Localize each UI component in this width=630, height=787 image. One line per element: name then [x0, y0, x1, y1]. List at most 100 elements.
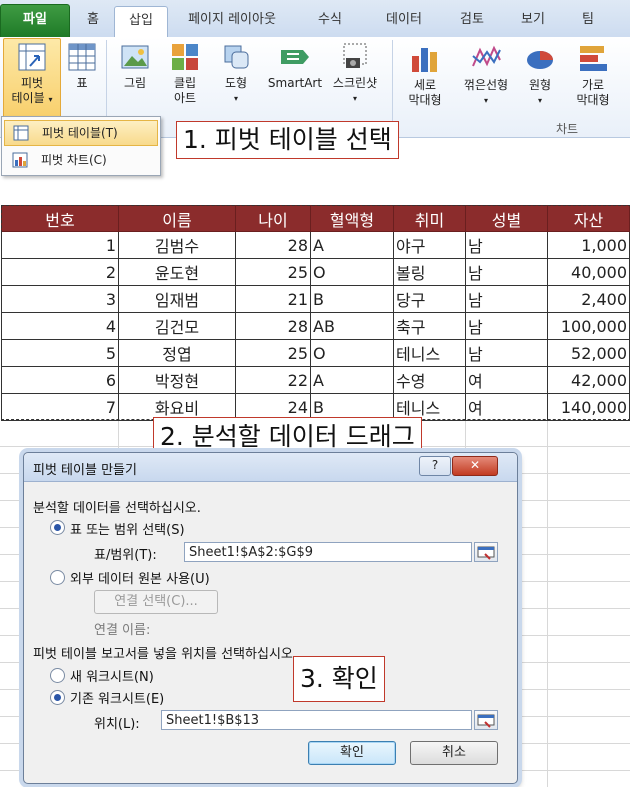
table-cell[interactable]: 22 [235, 366, 311, 394]
bar-chart-label: 가로 막대형 [576, 78, 610, 107]
table-cell[interactable]: 남 [465, 285, 548, 313]
help-button[interactable]: ? [419, 456, 451, 476]
ok-button[interactable]: 확인 [308, 741, 396, 765]
table-cell[interactable]: 25 [235, 339, 311, 367]
section-data-heading: 분석할 데이터를 선택하십시오. [33, 501, 201, 516]
bar-chart-icon [580, 46, 607, 71]
table-cell[interactable]: 테니스 [393, 339, 466, 367]
table-cell[interactable]: 야구 [393, 231, 466, 259]
table-cell[interactable]: 40,000 [547, 258, 630, 286]
location-input[interactable]: Sheet1!$B$13 [161, 710, 472, 730]
table-cell[interactable]: 3 [1, 285, 119, 313]
close-button[interactable]: ✕ [452, 456, 498, 476]
select-connection-button[interactable]: 연결 선택(C)... [94, 590, 218, 614]
table-cell[interactable]: 28 [235, 231, 311, 259]
tab-file[interactable]: 파일 [0, 4, 70, 38]
table-cell[interactable]: 여 [465, 366, 548, 394]
location-picker-button[interactable] [474, 710, 498, 730]
pie-chart-icon [527, 51, 553, 69]
table-cell[interactable]: 윤도현 [118, 258, 236, 286]
table-cell[interactable]: 볼링 [393, 258, 466, 286]
table-cell[interactable]: A [310, 231, 394, 259]
table-cell[interactable]: 1,000 [547, 231, 630, 259]
table-cell[interactable]: 1 [1, 231, 119, 259]
picture-label: 그림 [123, 76, 147, 90]
table-cell[interactable]: 임재범 [118, 285, 236, 313]
table-cell[interactable]: 축구 [393, 312, 466, 340]
tab-insert[interactable]: 삽입 [114, 6, 168, 38]
table-cell[interactable]: 남 [465, 231, 548, 259]
table-cell[interactable]: 남 [465, 312, 548, 340]
tab-view[interactable]: 보기 [508, 6, 558, 36]
table-cell[interactable]: AB [310, 312, 394, 340]
table-cell[interactable]: 25 [235, 258, 311, 286]
shapes-button[interactable]: 도형 ▾ [214, 42, 258, 106]
column-header[interactable]: 성별 [465, 205, 548, 232]
column-chart-button[interactable]: 세로 막대형 [400, 42, 450, 108]
table-cell[interactable]: A [310, 366, 394, 394]
table-cell[interactable]: 당구 [393, 285, 466, 313]
table-cell[interactable]: O [310, 339, 394, 367]
table-cell[interactable]: 박정현 [118, 366, 236, 394]
table-cell[interactable]: 7 [1, 393, 119, 421]
menu-item-pivot-table[interactable]: 피벗 테이블(T) [4, 120, 158, 146]
tab-home[interactable]: 홈 [74, 6, 112, 36]
collapse-dialog-icon [477, 714, 495, 728]
table-cell[interactable]: 여 [465, 393, 548, 421]
table-cell[interactable]: 21 [235, 285, 311, 313]
table-cell[interactable]: 2 [1, 258, 119, 286]
tab-page-layout[interactable]: 페이지 레이아웃 [170, 6, 294, 36]
table-cell[interactable]: 100,000 [547, 312, 630, 340]
tab-formulas[interactable]: 수식 [305, 6, 355, 36]
table-cell[interactable]: 140,000 [547, 393, 630, 421]
screenshot-button[interactable]: 스크린샷 ▾ [326, 42, 384, 106]
pie-chart-button[interactable]: 원형 ▾ [520, 42, 560, 108]
clipart-icon [172, 44, 198, 70]
shapes-label: 도형 [224, 76, 248, 90]
table-cell[interactable]: 6 [1, 366, 119, 394]
clipart-button[interactable]: 클립 아트 [164, 42, 206, 106]
smartart-button[interactable]: SmartArt [264, 42, 326, 91]
table-cell[interactable]: 김건모 [118, 312, 236, 340]
table-cell[interactable]: 42,000 [547, 366, 630, 394]
table-cell[interactable]: 정엽 [118, 339, 236, 367]
bar-chart-button[interactable]: 가로 막대형 [566, 42, 620, 108]
cancel-button[interactable]: 취소 [410, 741, 498, 765]
range-picker-button[interactable] [474, 542, 498, 562]
range-input[interactable]: Sheet1!$A$2:$G$9 [184, 542, 472, 562]
tab-team[interactable]: 팀 [570, 6, 606, 36]
table-cell[interactable]: 28 [235, 312, 311, 340]
pivot-chart-icon [12, 152, 28, 168]
column-header[interactable]: 취미 [393, 205, 466, 232]
tab-review[interactable]: 검토 [447, 6, 497, 36]
radio-table-range[interactable] [50, 520, 65, 535]
column-header[interactable]: 자산 [547, 205, 630, 232]
radio-existing-worksheet[interactable] [50, 690, 65, 705]
dialog-title-bar: 피벗 테이블 만들기 ? ✕ [24, 453, 517, 482]
pivot-table-button[interactable]: 피벗 테이블 ▾ [4, 42, 60, 107]
table-cell[interactable]: 2,400 [547, 285, 630, 313]
table-cell[interactable]: 남 [465, 258, 548, 286]
menu-item-pivot-chart[interactable]: 피벗 차트(C) [4, 148, 156, 172]
table-cell[interactable]: 5 [1, 339, 119, 367]
column-header[interactable]: 번호 [1, 205, 119, 232]
picture-button[interactable]: 그림 [114, 42, 156, 91]
tab-data[interactable]: 데이터 [373, 6, 435, 36]
table-cell[interactable]: O [310, 258, 394, 286]
section-location-heading: 피벗 테이블 보고서를 넣을 위치를 선택하십시오. [33, 647, 297, 662]
radio-existing-worksheet-label: 기존 워크시트(E) [70, 692, 165, 707]
table-cell[interactable]: 52,000 [547, 339, 630, 367]
line-chart-button[interactable]: 꺾은선형 ▾ [456, 42, 516, 108]
table-cell[interactable]: B [310, 285, 394, 313]
screenshot-icon [343, 43, 367, 68]
column-header[interactable]: 이름 [118, 205, 236, 232]
radio-new-worksheet[interactable] [50, 668, 65, 683]
radio-external-source[interactable] [50, 570, 65, 585]
table-cell[interactable]: 남 [465, 339, 548, 367]
table-button[interactable]: 표 [64, 42, 100, 91]
column-header[interactable]: 혈액형 [310, 205, 394, 232]
table-cell[interactable]: 4 [1, 312, 119, 340]
table-cell[interactable]: 수영 [393, 366, 466, 394]
column-header[interactable]: 나이 [235, 205, 311, 232]
table-cell[interactable]: 김범수 [118, 231, 236, 259]
